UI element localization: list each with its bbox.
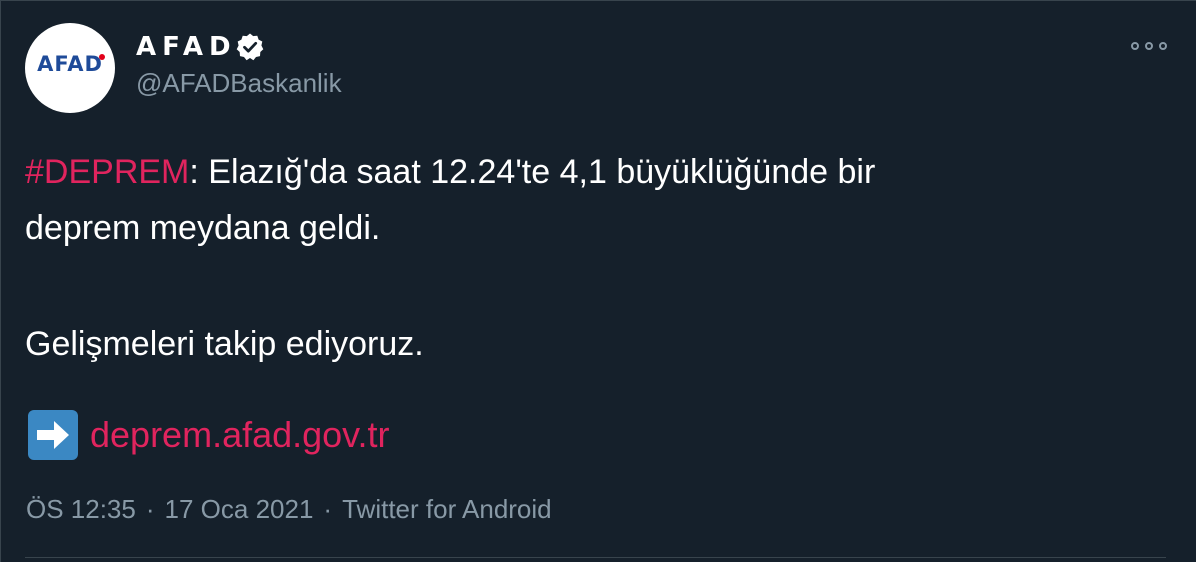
external-link[interactable]: deprem.afad.gov.tr: [90, 414, 390, 456]
tweet-paragraph-2: Gelişmeleri takip ediyoruz.: [25, 325, 424, 363]
avatar[interactable]: AFAD: [25, 23, 115, 113]
tweet-time[interactable]: ÖS 12:35: [26, 494, 136, 525]
display-name[interactable]: AFAD: [136, 29, 265, 65]
more-dot: [1145, 42, 1153, 50]
divider: [25, 557, 1166, 558]
tweet-line-1: : Elazığ'da saat 12.24'te 4,1 büyüklüğün…: [189, 153, 876, 191]
link-line: deprem.afad.gov.tr: [28, 410, 390, 460]
tweet-date[interactable]: 17 Oca 2021: [165, 494, 314, 525]
hashtag-link[interactable]: #DEPREM: [25, 153, 189, 191]
more-dot: [1159, 42, 1167, 50]
meta-separator: ·: [323, 494, 333, 524]
user-handle[interactable]: @AFADBaskanlik: [136, 68, 342, 99]
right-arrow-emoji-icon: [28, 410, 78, 460]
display-name-text[interactable]: AFAD: [136, 32, 237, 62]
meta-separator: ·: [145, 494, 155, 524]
tweet-source[interactable]: Twitter for Android: [342, 494, 552, 525]
more-options-icon[interactable]: [1131, 36, 1167, 56]
verified-badge-icon: [235, 32, 265, 62]
avatar-logo-dot: [99, 54, 105, 60]
more-dot: [1131, 42, 1139, 50]
tweet-line-2: deprem meydana geldi.: [25, 209, 381, 247]
tweet-paragraph-1: #DEPREM: Elazığ'da saat 12.24'te 4,1 büy…: [25, 144, 1165, 256]
tweet-text: #DEPREM: Elazığ'da saat 12.24'te 4,1 büy…: [25, 144, 1165, 372]
tweet-meta: ÖS 12:35 · 17 Oca 2021 · Twitter for And…: [26, 494, 552, 525]
tweet-card: AFAD AFAD @AFADBaskanlik #DEPREM: Elazığ…: [0, 0, 1196, 562]
